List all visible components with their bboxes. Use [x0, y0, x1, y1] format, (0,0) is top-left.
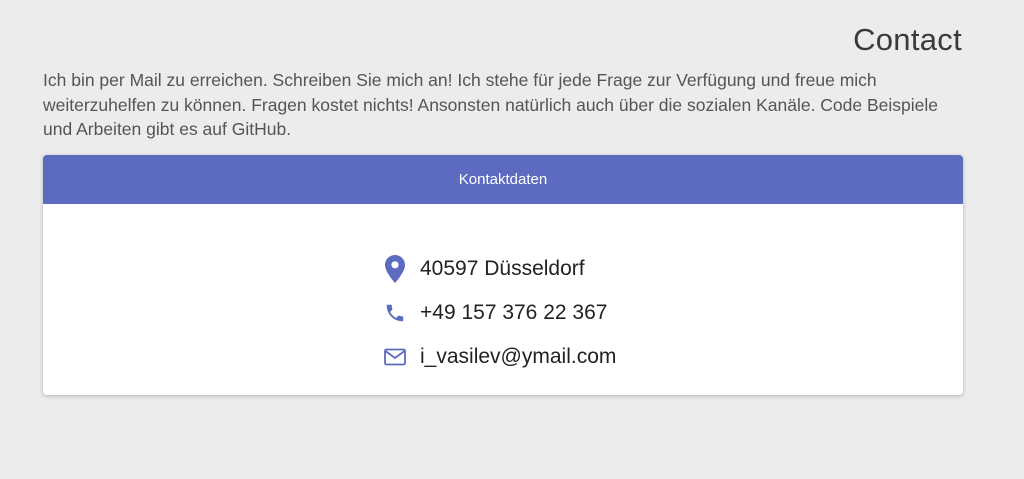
map-marker-icon [384, 255, 406, 283]
contact-email[interactable]: i_vasilev@ymail.com [420, 345, 616, 369]
contact-phone-row[interactable]: +49 157 376 22 367 [384, 291, 616, 335]
contact-page: Contact Ich bin per Mail zu erreichen. S… [0, 0, 1024, 479]
card-header: Kontaktdaten [43, 155, 963, 204]
intro-paragraph: Ich bin per Mail zu erreichen. Schreiben… [43, 70, 939, 139]
contact-phone[interactable]: +49 157 376 22 367 [420, 301, 607, 325]
contact-list: 40597 Düsseldorf +49 157 376 22 367 i_va… [384, 247, 616, 379]
contact-address-row: 40597 Düsseldorf [384, 247, 616, 291]
envelope-icon [384, 343, 406, 371]
phone-icon [384, 299, 406, 327]
page-title: Contact [853, 22, 962, 57]
contact-email-row[interactable]: i_vasilev@ymail.com [384, 335, 616, 379]
contact-card: Kontaktdaten 40597 Düsseldorf +49 157 37… [43, 155, 963, 395]
contact-address: 40597 Düsseldorf [420, 257, 585, 280]
card-header-label: Kontaktdaten [458, 171, 548, 188]
